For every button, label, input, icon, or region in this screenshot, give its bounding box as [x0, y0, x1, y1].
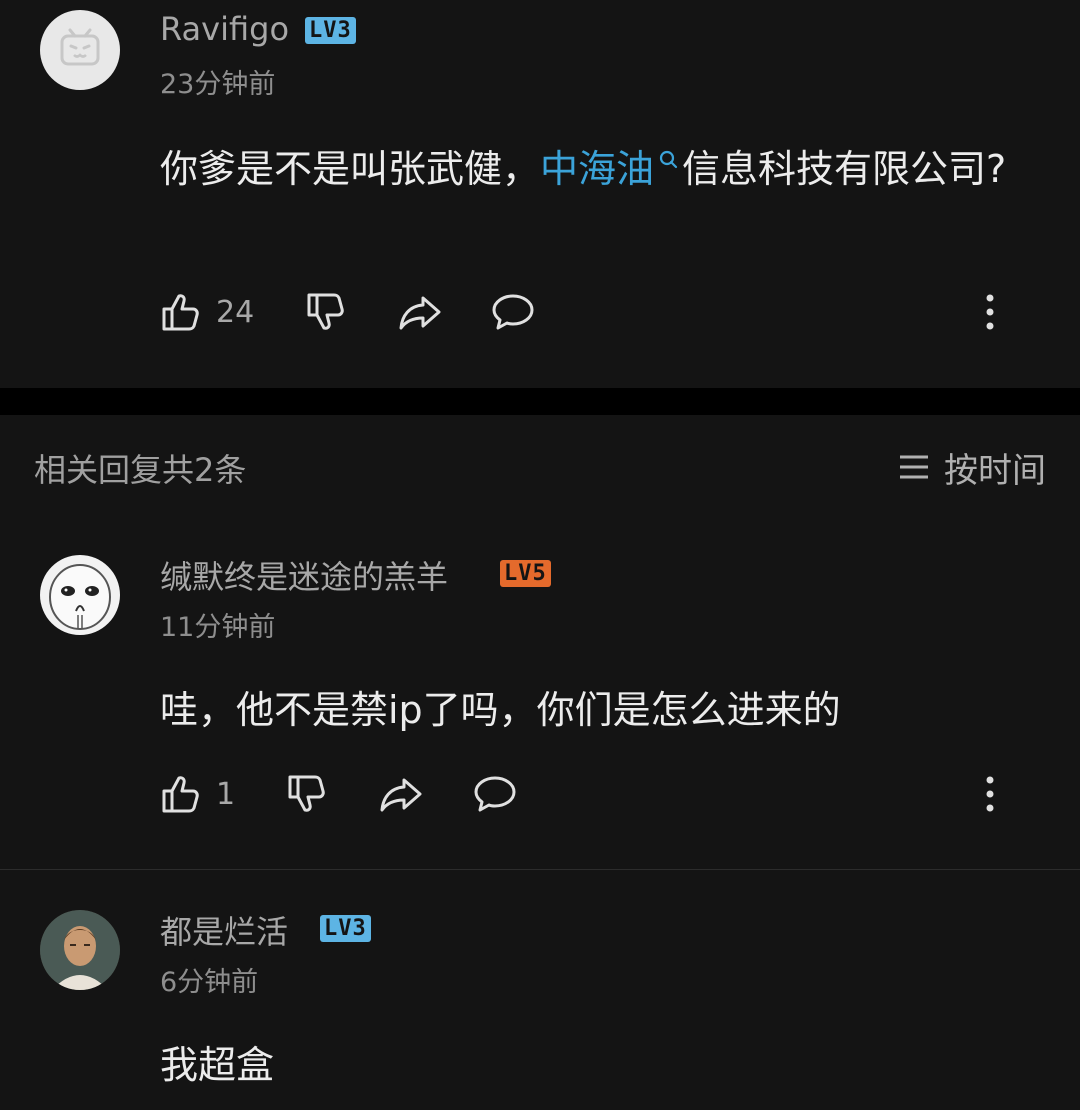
more-vertical-icon [986, 776, 994, 812]
like-button[interactable]: 1 [160, 770, 235, 818]
share-button[interactable] [378, 770, 424, 818]
search-link-label: 中海油 [540, 147, 655, 191]
more-button[interactable] [970, 774, 1010, 814]
like-count: 24 [216, 294, 255, 330]
reply-button[interactable] [472, 770, 518, 818]
level-badge: LV3 [320, 915, 371, 942]
search-link[interactable]: 中海油 [540, 147, 682, 191]
comment-text-part: 你爹是不是叫张武健， [160, 147, 541, 191]
comment-text-part: 信息科技有限公司? [682, 147, 1007, 191]
main-comment: Ravifigo LV3 23分钟前 你爹是不是叫张武健，中海油 信息科技有限公司… [0, 0, 1080, 388]
like-count: 1 [216, 776, 236, 812]
level-badge: LV3 [305, 17, 356, 44]
sort-button[interactable]: 按时间 [898, 445, 1046, 491]
reply-item: 都是烂活 LV3 6分钟前 我超盒 [0, 907, 1080, 1110]
thumbs-down-icon [307, 293, 344, 330]
share-icon [399, 296, 441, 330]
username[interactable]: 缄默终是迷途的羔羊 [160, 552, 448, 598]
comment-actions: 24 [160, 288, 1040, 336]
thumbs-down-icon [288, 775, 325, 812]
reply-actions: 1 [160, 770, 1040, 818]
username[interactable]: Ravifigo [160, 10, 289, 48]
thumbs-up-icon [162, 294, 199, 331]
photo-avatar-icon [40, 910, 120, 990]
reply-text: 我超盒 [160, 1043, 275, 1087]
timestamp: 23分钟前 [160, 69, 276, 100]
timestamp: 11分钟前 [160, 612, 276, 643]
menu-lines-icon [900, 455, 928, 479]
more-vertical-icon [986, 294, 994, 330]
share-icon [380, 778, 422, 812]
comment-bubble-icon [492, 294, 534, 330]
comment-text: 你爹是不是叫张武健，中海油 信息科技有限公司? [160, 138, 1040, 200]
comment-bubble-icon [474, 776, 516, 812]
reply-button[interactable] [490, 288, 536, 336]
reply-item: 缄默终是迷途的羔羊 LV5 11分钟前 哇，他不是禁ip了吗，你们是怎么进来的 … [0, 552, 1080, 869]
section-separator [0, 388, 1080, 415]
timestamp: 6分钟前 [160, 967, 259, 998]
dislike-button[interactable] [305, 288, 349, 336]
level-badge: LV5 [500, 560, 551, 587]
cartoon-face-icon [49, 564, 111, 630]
thumbs-up-icon [162, 776, 199, 813]
reply-text: 哇，他不是禁ip了吗，你们是怎么进来的 [160, 688, 841, 732]
avatar[interactable] [40, 910, 120, 990]
default-avatar-icon [60, 28, 100, 66]
like-button[interactable]: 24 [160, 288, 254, 336]
avatar[interactable] [40, 555, 120, 635]
avatar[interactable] [40, 10, 120, 90]
more-button[interactable] [970, 292, 1010, 332]
dislike-button[interactable] [286, 770, 330, 818]
username[interactable]: 都是烂活 [160, 907, 288, 953]
divider [0, 869, 1080, 870]
share-button[interactable] [397, 288, 443, 336]
sort-label: 按时间 [944, 450, 1046, 491]
search-icon [659, 150, 678, 169]
replies-count-label: 相关回复共2条 [34, 451, 247, 489]
